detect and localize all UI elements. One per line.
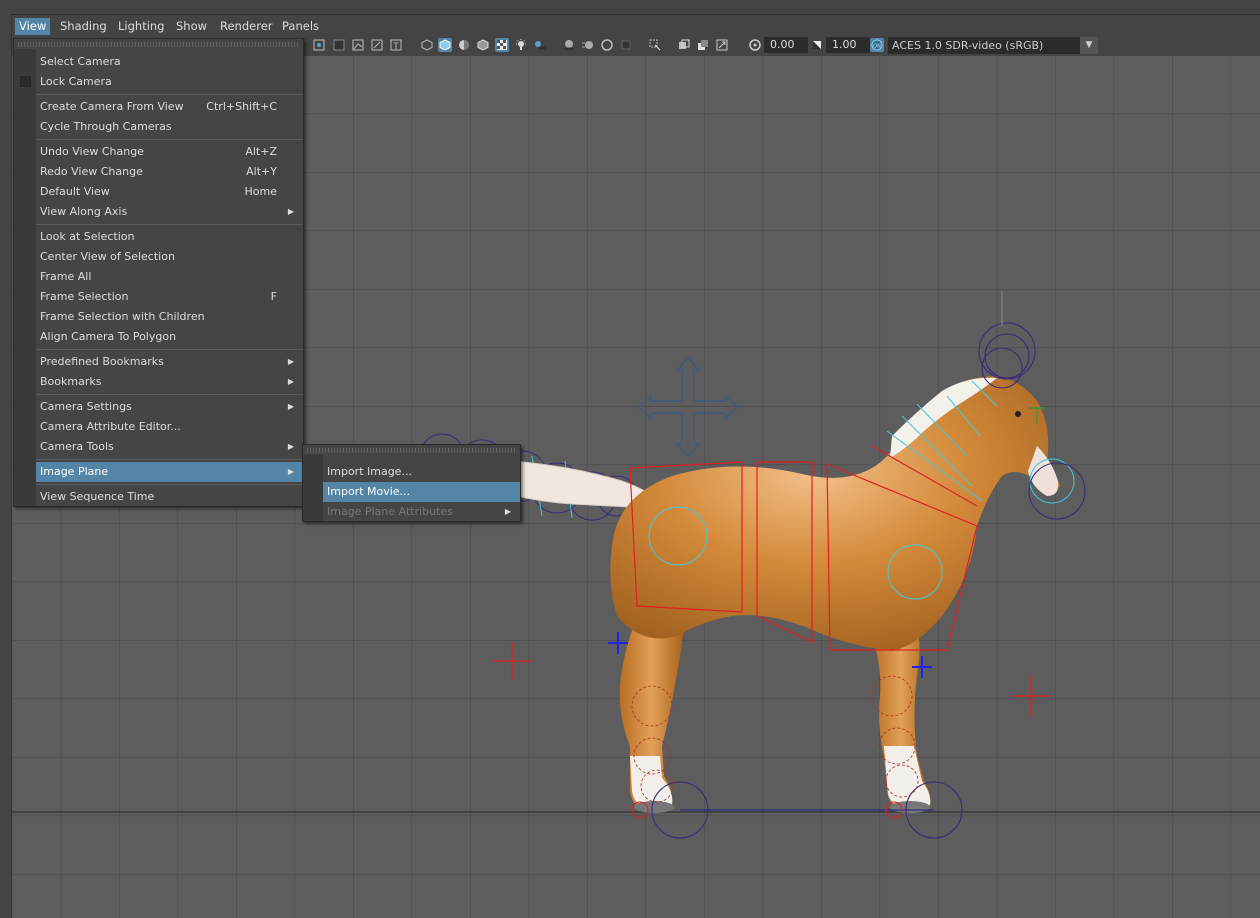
screen-space-ao-icon[interactable] [562, 38, 576, 52]
submenu-arrow-icon: ▶ [287, 402, 294, 411]
menu-item-image-plane[interactable]: Image Plane ▶ [36, 462, 303, 482]
submenu-arrow-icon: ▶ [504, 507, 511, 516]
menu-item-create-camera-from-view[interactable]: Create Camera From View Ctrl+Shift+C [36, 97, 303, 117]
menu-item-center-view-of-selection[interactable]: Center View of Selection [36, 247, 303, 267]
menu-item-lock-camera[interactable]: Lock Camera [36, 72, 303, 92]
menu-renderer[interactable]: Renderer [216, 18, 277, 35]
smooth-shade-icon[interactable] [438, 38, 452, 52]
textured-icon[interactable] [495, 38, 509, 52]
wireframe-icon[interactable] [420, 38, 434, 52]
svg-text:T: T [392, 42, 399, 52]
exposure-field[interactable]: 0.00 [764, 37, 808, 53]
menu-shading[interactable]: Shading [56, 18, 111, 35]
menu-item-align-camera-to-polygon[interactable]: Align Camera To Polygon [36, 327, 303, 347]
isolate-select-icon[interactable] [648, 38, 662, 52]
chevron-down-icon[interactable]: ▼ [1080, 37, 1098, 54]
menu-item-frame-all[interactable]: Frame All [36, 267, 303, 287]
motion-blur-icon[interactable] [581, 38, 595, 52]
menu-gutter [14, 49, 36, 506]
menu-item-select-camera[interactable]: Select Camera [36, 52, 303, 72]
horse-eye [1015, 411, 1021, 417]
gamma-field[interactable]: 1.00 [826, 37, 870, 53]
xray-components-icon[interactable] [715, 38, 729, 52]
submenu-arrow-icon: ▶ [287, 467, 294, 476]
menu-item-camera-attribute-editor[interactable]: Camera Attribute Editor... [36, 417, 303, 437]
xray-icon[interactable] [677, 38, 691, 52]
menu-item-import-movie[interactable]: Import Movie... [323, 482, 520, 502]
menu-panels[interactable]: Panels [278, 18, 323, 35]
submenu-gutter [303, 455, 323, 521]
menu-show[interactable]: Show [172, 18, 211, 35]
submenu-arrow-icon: ▶ [287, 207, 294, 216]
menu-item-undo-view-change[interactable]: Undo View Change Alt+Z [36, 142, 303, 162]
default-material-icon[interactable] [457, 38, 471, 52]
menu-item-view-along-axis[interactable]: View Along Axis ▶ [36, 202, 303, 222]
depth-of-field-icon[interactable] [619, 38, 633, 52]
menu-item-bookmarks[interactable]: Bookmarks ▶ [36, 372, 303, 392]
view-transform-icon[interactable]: ON [870, 38, 884, 52]
menu-item-cycle-through-cameras[interactable]: Cycle Through Cameras [36, 117, 303, 137]
color-management-select[interactable]: ACES 1.0 SDR-video (sRGB) ▼ [888, 37, 1098, 54]
menu-separator [36, 139, 303, 140]
menu-tear-off[interactable] [18, 42, 299, 47]
color-management-value: ACES 1.0 SDR-video (sRGB) [892, 39, 1044, 52]
menu-item-look-at-selection[interactable]: Look at Selection [36, 227, 303, 247]
shadows-icon[interactable] [533, 38, 547, 52]
field-chart-icon[interactable] [351, 38, 365, 52]
submenu-arrow-icon: ▶ [287, 442, 294, 451]
menu-item-camera-tools[interactable]: Camera Tools ▶ [36, 437, 303, 457]
menu-separator [36, 394, 303, 395]
gamma-icon[interactable] [810, 38, 824, 52]
xray-joints-icon[interactable] [696, 38, 710, 52]
menu-item-predefined-bookmarks[interactable]: Predefined Bookmarks ▶ [36, 352, 303, 372]
menu-view[interactable]: View [15, 18, 51, 35]
left-panel-edge [0, 14, 12, 918]
anti-aliasing-icon[interactable] [600, 38, 614, 52]
menu-item-camera-settings[interactable]: Camera Settings ▶ [36, 397, 303, 417]
view-menu: Select Camera Lock Camera Create Camera … [13, 38, 304, 507]
menu-item-default-view[interactable]: Default View Home [36, 182, 303, 202]
exposure-icon[interactable] [748, 38, 762, 52]
submenu-arrow-icon: ▶ [287, 357, 294, 366]
safe-title-icon[interactable]: T [389, 38, 403, 52]
submenu-arrow-icon: ▶ [287, 377, 294, 386]
menu-separator [36, 459, 303, 460]
menu-item-image-plane-attributes: Image Plane Attributes ▶ [323, 502, 520, 522]
menu-item-import-image[interactable]: Import Image... [323, 462, 520, 482]
resolution-gate-icon[interactable] [312, 38, 326, 52]
menu-separator [36, 349, 303, 350]
window-top-strip [0, 0, 1260, 14]
menu-item-redo-view-change[interactable]: Redo View Change Alt+Y [36, 162, 303, 182]
menu-separator [36, 484, 303, 485]
lock-camera-checkbox[interactable] [20, 76, 31, 87]
horse-front-hoof [890, 801, 930, 813]
use-all-lights-icon[interactable] [514, 38, 528, 52]
image-plane-submenu: Import Image... Import Movie... Image Pl… [302, 444, 521, 522]
horse-hind-hoof [634, 801, 674, 813]
menu-item-frame-selection-with-children[interactable]: Frame Selection with Children [36, 307, 303, 327]
submenu-tear-off[interactable] [307, 448, 516, 453]
gate-mask-icon[interactable] [332, 38, 346, 52]
svg-text:ON: ON [873, 44, 881, 50]
menu-item-frame-selection[interactable]: Frame Selection F [36, 287, 303, 307]
menu-lighting[interactable]: Lighting [114, 18, 168, 35]
menu-separator [36, 224, 303, 225]
menu-item-view-sequence-time[interactable]: View Sequence Time [36, 487, 303, 507]
wireframe-on-shaded-icon[interactable] [476, 38, 490, 52]
safe-action-icon[interactable] [370, 38, 384, 52]
menu-separator [36, 94, 303, 95]
panel-menubar: View Shading Lighting Show Renderer Pane… [12, 14, 1260, 36]
